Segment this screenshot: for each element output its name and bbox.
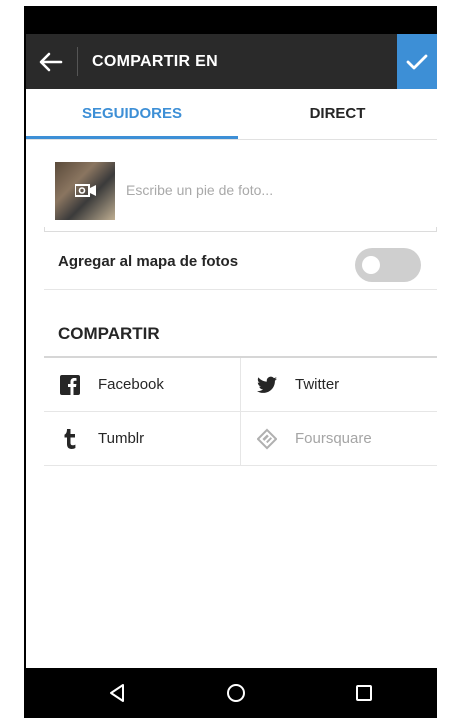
facebook-icon [60,375,80,395]
nav-home-button[interactable] [221,680,251,706]
caption-underline-tick-right [436,227,437,232]
app-bar: COMPARTIR EN [26,34,437,89]
app-bar-divider [77,47,78,76]
caption-underline-tick-left [44,227,45,232]
square-recents-icon [356,685,372,701]
share-facebook[interactable]: Facebook [44,358,240,412]
share-grid-divider [240,358,241,466]
tumblr-label: Tumblr [98,430,145,447]
back-arrow-icon [39,52,63,71]
caption-row [44,160,437,234]
foursquare-icon [257,428,277,450]
photo-map-row: Agregar al mapa de fotos [44,234,437,290]
share-foursquare[interactable]: Foursquare [241,412,437,466]
tab-bar: SEGUIDORES DIRECT [26,89,437,140]
phone-frame: COMPARTIR EN SEGUIDORES DIRECT Escribe u… [24,6,437,718]
share-grid: Facebook Twitter Tumblr Foursquare [44,358,437,466]
page-title: COMPARTIR EN [92,53,218,70]
nav-back-button[interactable] [102,680,132,706]
checkmark-icon [406,54,428,69]
video-camera-icon [75,184,96,197]
active-tab-indicator [26,136,238,139]
share-tumblr[interactable]: Tumblr [44,412,240,466]
photo-map-label: Agregar al mapa de fotos [58,253,239,270]
photo-map-toggle[interactable] [355,248,421,282]
foursquare-label: Foursquare [295,430,372,447]
share-twitter[interactable]: Twitter [241,358,437,412]
confirm-button[interactable] [397,34,437,89]
twitter-label: Twitter [295,376,340,393]
twitter-icon [257,375,277,395]
facebook-label: Facebook [98,376,164,393]
tab-seguidores[interactable]: SEGUIDORES [26,89,238,139]
back-button[interactable] [26,34,76,89]
photo-thumbnail [55,162,115,220]
nav-recents-button[interactable] [349,680,379,706]
toggle-knob [362,256,380,274]
screen: COMPARTIR EN SEGUIDORES DIRECT Escribe u… [26,34,437,668]
tab-direct[interactable]: DIRECT [238,89,437,139]
circle-home-icon [227,684,245,702]
system-nav-bar [26,668,437,718]
tumblr-icon [60,429,80,449]
caption-underline [44,231,437,232]
triangle-back-icon [110,684,124,702]
share-section-header: COMPARTIR [58,324,160,343]
caption-input[interactable] [126,178,426,202]
